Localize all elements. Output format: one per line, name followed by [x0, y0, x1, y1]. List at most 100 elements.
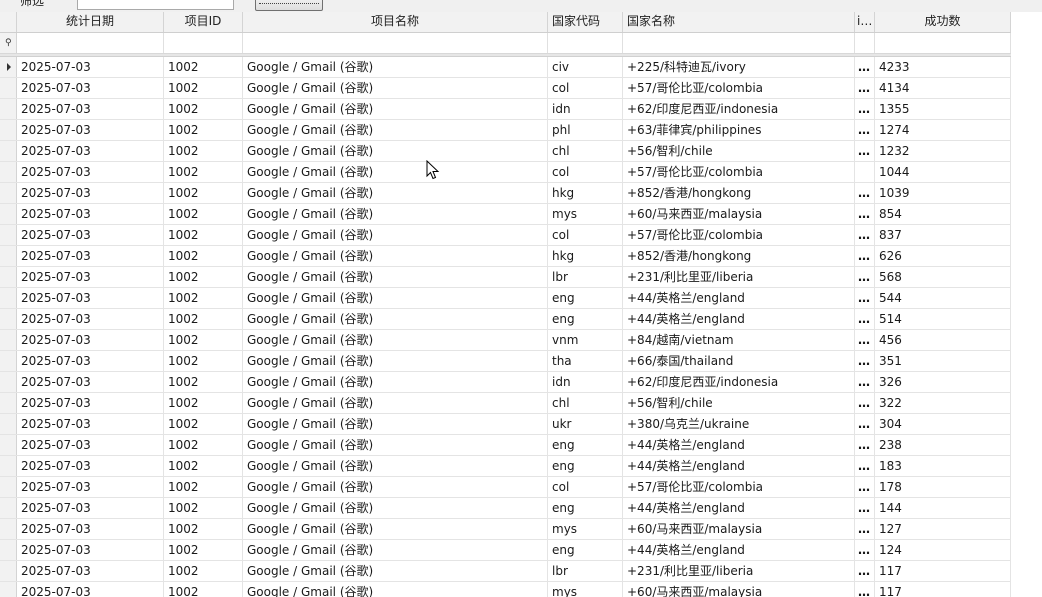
cell-truncated[interactable]: … — [855, 393, 875, 413]
row-indicator[interactable] — [0, 582, 17, 597]
cell-country-name[interactable]: +84/越南/vietnam — [623, 330, 855, 350]
cell-country-name[interactable]: +225/科特迪瓦/ivory — [623, 57, 855, 77]
cell-success-count[interactable]: 238 — [875, 435, 1011, 455]
filter-cell-country-code[interactable] — [548, 33, 623, 53]
row-indicator[interactable] — [0, 246, 17, 266]
cell-stat-date[interactable]: 2025-07-03 — [17, 393, 164, 413]
cell-stat-date[interactable]: 2025-07-03 — [17, 162, 164, 182]
cell-country-name[interactable]: +62/印度尼西亚/indonesia — [623, 372, 855, 392]
cell-truncated[interactable]: … — [855, 456, 875, 476]
table-row[interactable]: 2025-07-03 1002 Google / Gmail (谷歌) col +57/… — [0, 162, 1011, 183]
row-indicator[interactable] — [0, 540, 17, 560]
data-grid[interactable]: 统计日期 项目ID 项目名称 国家代码 国家名称 ⅰ… 成功数 ⚲ 2025-0… — [0, 12, 1042, 597]
cell-truncated[interactable]: … — [855, 414, 875, 434]
row-indicator[interactable] — [0, 456, 17, 476]
cell-project-id[interactable]: 1002 — [164, 267, 243, 287]
cell-success-count[interactable]: 1355 — [875, 99, 1011, 119]
cell-stat-date[interactable]: 2025-07-03 — [17, 456, 164, 476]
filter-cell-country-name[interactable] — [623, 33, 855, 53]
row-indicator[interactable] — [0, 99, 17, 119]
cell-success-count[interactable]: 127 — [875, 519, 1011, 539]
cell-truncated[interactable]: … — [855, 141, 875, 161]
cell-project-id[interactable]: 1002 — [164, 288, 243, 308]
cell-success-count[interactable]: 124 — [875, 540, 1011, 560]
cell-country-name[interactable]: +231/利比里亚/liberia — [623, 561, 855, 581]
cell-stat-date[interactable]: 2025-07-03 — [17, 309, 164, 329]
cell-project-name[interactable]: Google / Gmail (谷歌) — [243, 351, 548, 371]
cell-project-id[interactable]: 1002 — [164, 456, 243, 476]
cell-stat-date[interactable]: 2025-07-03 — [17, 519, 164, 539]
cell-project-name[interactable]: Google / Gmail (谷歌) — [243, 393, 548, 413]
cell-success-count[interactable]: 1274 — [875, 120, 1011, 140]
cell-stat-date[interactable]: 2025-07-03 — [17, 246, 164, 266]
cell-truncated[interactable]: … — [855, 204, 875, 224]
cell-project-id[interactable]: 1002 — [164, 120, 243, 140]
cell-country-name[interactable]: +852/香港/hongkong — [623, 246, 855, 266]
cell-project-id[interactable]: 1002 — [164, 393, 243, 413]
table-row[interactable]: 2025-07-03 1002 Google / Gmail (谷歌) civ +225… — [0, 57, 1011, 78]
cell-country-code[interactable]: col — [548, 225, 623, 245]
cell-project-id[interactable]: 1002 — [164, 477, 243, 497]
cell-stat-date[interactable]: 2025-07-03 — [17, 99, 164, 119]
cell-country-name[interactable]: +231/利比里亚/liberia — [623, 267, 855, 287]
filter-cell-stat-date[interactable] — [17, 33, 164, 53]
cell-success-count[interactable]: 514 — [875, 309, 1011, 329]
cell-success-count[interactable]: 544 — [875, 288, 1011, 308]
cell-project-id[interactable]: 1002 — [164, 372, 243, 392]
cell-country-name[interactable]: +44/英格兰/england — [623, 435, 855, 455]
cell-country-code[interactable]: eng — [548, 288, 623, 308]
cell-truncated[interactable]: … — [855, 78, 875, 98]
row-indicator[interactable] — [0, 309, 17, 329]
cell-country-name[interactable]: +44/英格兰/england — [623, 456, 855, 476]
cell-country-name[interactable]: +56/智利/chile — [623, 393, 855, 413]
cell-project-name[interactable]: Google / Gmail (谷歌) — [243, 204, 548, 224]
cell-stat-date[interactable]: 2025-07-03 — [17, 330, 164, 350]
column-header-truncated[interactable]: ⅰ… — [855, 12, 875, 32]
cell-country-code[interactable]: civ — [548, 57, 623, 77]
filter-cell-project-name[interactable] — [243, 33, 548, 53]
cell-project-name[interactable]: Google / Gmail (谷歌) — [243, 372, 548, 392]
table-row[interactable]: 2025-07-03 1002 Google / Gmail (谷歌) col +57/… — [0, 477, 1011, 498]
row-indicator[interactable] — [0, 414, 17, 434]
cell-project-id[interactable]: 1002 — [164, 246, 243, 266]
table-row[interactable]: 2025-07-03 1002 Google / Gmail (谷歌) vnm +84/… — [0, 330, 1011, 351]
cell-truncated[interactable]: … — [855, 57, 875, 77]
row-indicator[interactable] — [0, 477, 17, 497]
cell-project-id[interactable]: 1002 — [164, 309, 243, 329]
cell-project-id[interactable]: 1002 — [164, 351, 243, 371]
row-indicator[interactable] — [0, 78, 17, 98]
table-row[interactable]: 2025-07-03 1002 Google / Gmail (谷歌) idn +62/… — [0, 99, 1011, 120]
cell-stat-date[interactable]: 2025-07-03 — [17, 120, 164, 140]
cell-stat-date[interactable]: 2025-07-03 — [17, 225, 164, 245]
cell-country-code[interactable]: mys — [548, 204, 623, 224]
cell-success-count[interactable]: 117 — [875, 561, 1011, 581]
cell-project-id[interactable]: 1002 — [164, 540, 243, 560]
cell-success-count[interactable]: 183 — [875, 456, 1011, 476]
cell-project-id[interactable]: 1002 — [164, 519, 243, 539]
cell-country-code[interactable]: tha — [548, 351, 623, 371]
cell-project-name[interactable]: Google / Gmail (谷歌) — [243, 267, 548, 287]
table-row[interactable]: 2025-07-03 1002 Google / Gmail (谷歌) eng +44/… — [0, 456, 1011, 477]
table-row[interactable]: 2025-07-03 1002 Google / Gmail (谷歌) chl +56/… — [0, 141, 1011, 162]
cell-project-id[interactable]: 1002 — [164, 141, 243, 161]
cell-country-code[interactable]: mys — [548, 519, 623, 539]
filter-cell-success-count[interactable] — [875, 33, 1011, 53]
row-indicator[interactable] — [0, 204, 17, 224]
cell-truncated[interactable]: … — [855, 183, 875, 203]
cell-project-name[interactable]: Google / Gmail (谷歌) — [243, 57, 548, 77]
row-indicator[interactable] — [0, 393, 17, 413]
cell-stat-date[interactable]: 2025-07-03 — [17, 204, 164, 224]
cell-truncated[interactable]: … — [855, 435, 875, 455]
cell-project-name[interactable]: Google / Gmail (谷歌) — [243, 120, 548, 140]
table-row[interactable]: 2025-07-03 1002 Google / Gmail (谷歌) mys +60/… — [0, 519, 1011, 540]
cell-country-name[interactable]: +44/英格兰/england — [623, 288, 855, 308]
cell-success-count[interactable]: 144 — [875, 498, 1011, 518]
table-row[interactable]: 2025-07-03 1002 Google / Gmail (谷歌) eng +44/… — [0, 309, 1011, 330]
table-row[interactable]: 2025-07-03 1002 Google / Gmail (谷歌) hkg +852… — [0, 183, 1011, 204]
filter-cell-truncated[interactable] — [855, 33, 875, 53]
table-row[interactable]: 2025-07-03 1002 Google / Gmail (谷歌) idn +62/… — [0, 372, 1011, 393]
cell-country-code[interactable]: lbr — [548, 267, 623, 287]
cell-project-id[interactable]: 1002 — [164, 582, 243, 597]
cell-success-count[interactable]: 1044 — [875, 162, 1011, 182]
table-row[interactable]: 2025-07-03 1002 Google / Gmail (谷歌) eng +44/… — [0, 435, 1011, 456]
